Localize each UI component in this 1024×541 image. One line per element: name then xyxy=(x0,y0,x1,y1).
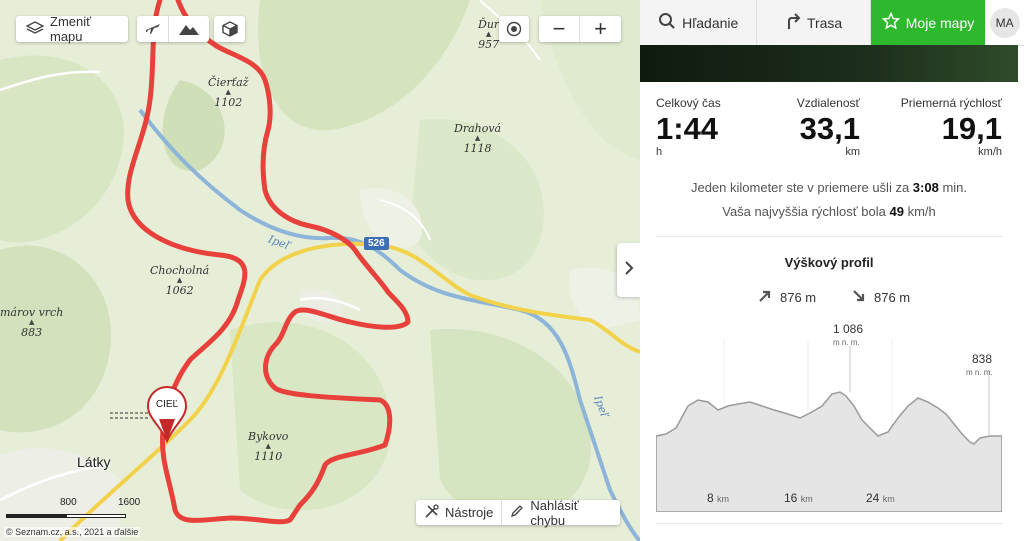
map-tools-bar: Nástroje Nahlásiť chybu xyxy=(416,497,620,528)
tab-my-maps-label: Moje mapy xyxy=(905,14,975,31)
panel-tabs: Hľadanie Trasa Moje mapy MA xyxy=(640,0,1024,46)
map-attribution[interactable]: © Seznam.cz, a.s., 2021 a ďalšie xyxy=(4,527,141,537)
zoom-out-button[interactable]: − xyxy=(539,16,579,42)
peak-marov-vrch: márov vrch ▲ 883 xyxy=(0,306,64,339)
profile-end-value: 838 xyxy=(972,352,993,366)
locate-button[interactable] xyxy=(499,16,529,42)
finish-label: CIEĽ xyxy=(155,399,179,410)
peak-dur: Ďur ▲ 957 xyxy=(478,18,500,51)
change-map-label: Zmeniť mapu xyxy=(50,14,91,44)
stat-distance-unit: km xyxy=(845,146,860,158)
plane-icon[interactable] xyxy=(137,16,168,42)
profile-km-tick-24: 24 km xyxy=(866,491,895,505)
chevron-right-icon xyxy=(624,260,634,281)
pace-text: Jeden kilometer ste v priemere ušli za xyxy=(690,180,910,195)
layer-switcher[interactable] xyxy=(137,16,209,42)
change-map-button[interactable]: Zmeniť mapu xyxy=(16,14,128,44)
stat-time-unit: h xyxy=(656,146,663,158)
descent-info: 876 m xyxy=(852,289,910,306)
track-photo-strip xyxy=(640,45,1018,82)
arrow-down-right-icon xyxy=(852,289,866,306)
bottom-divider xyxy=(656,523,1002,524)
zoom-controls: − + xyxy=(539,16,621,42)
search-icon xyxy=(658,12,676,33)
road-badge: 526 xyxy=(364,237,389,250)
finish-marker[interactable]: CIEĽ xyxy=(146,385,188,443)
peak-cieraz: Čierťaž ▲ 1102 xyxy=(208,76,249,109)
stat-time-label: Celkový čas xyxy=(656,96,721,110)
tab-my-maps[interactable]: Moje mapy xyxy=(870,0,986,45)
profile-max-unit: m n. m. xyxy=(833,338,860,347)
stat-speed-value: 19,1 xyxy=(941,111,1002,146)
stat-distance-label: Vzdialenosť xyxy=(796,96,860,110)
tools-label: Nástroje xyxy=(445,505,494,520)
max-speed-unit: km/h xyxy=(907,204,936,219)
route-turn-icon xyxy=(785,12,801,33)
arrow-up-right-icon xyxy=(758,289,772,306)
scale-bar xyxy=(6,514,126,520)
stat-distance-value: 33,1 xyxy=(799,111,860,146)
pace-info: Jeden kilometer ste v priemere ušli za 3… xyxy=(640,180,1018,195)
scale-label-1600: 1600 xyxy=(118,497,141,508)
peak-bykovo: Bykovo ▲ 1110 xyxy=(248,430,289,463)
report-error-button[interactable]: Nahlásiť chybu xyxy=(502,497,620,528)
max-speed-text: Vaša najvyššia rýchlosť bola xyxy=(722,204,886,219)
stat-distance: Vzdialenosť 33,1 km xyxy=(790,96,860,158)
avatar[interactable]: MA xyxy=(989,7,1020,38)
tools-button[interactable]: Nástroje xyxy=(416,500,501,525)
elevation-profile-title: Výškový profil xyxy=(784,255,874,270)
user-menu[interactable]: MA xyxy=(985,0,1024,45)
max-speed-value: 49 xyxy=(889,204,904,219)
tools-icon xyxy=(424,503,439,522)
profile-end-unit: m n. m. xyxy=(966,368,993,377)
tab-route[interactable]: Trasa xyxy=(757,0,871,45)
stat-avg-speed: Priemerná rýchlosť 19,1 km/h xyxy=(890,96,1002,158)
cube-icon[interactable] xyxy=(214,16,245,42)
profile-km-tick-8: 8 km xyxy=(707,491,730,505)
panel-toggle-button[interactable] xyxy=(617,243,640,297)
scale-label-800: 800 xyxy=(60,497,77,508)
elevation-profile-chart[interactable] xyxy=(656,340,1002,512)
town-label: Látky xyxy=(77,454,111,470)
tab-search[interactable]: Hľadanie xyxy=(640,0,758,45)
mountain-icon[interactable] xyxy=(169,16,209,42)
pace-unit: min. xyxy=(942,180,968,195)
layers-icon xyxy=(25,20,45,38)
max-speed-info: Vaša najvyššia rýchlosť bola 49 km/h xyxy=(640,204,1018,219)
profile-km-tick-16: 16 km xyxy=(784,491,813,505)
stat-speed-label: Priemerná rýchlosť xyxy=(900,96,1002,110)
stat-total-time: Celkový čas 1:44 h xyxy=(656,96,721,158)
ascent-value: 876 m xyxy=(780,290,817,305)
side-panel: Hľadanie Trasa Moje mapy MA Celkový čas … xyxy=(640,0,1024,541)
tab-search-label: Hľadanie xyxy=(682,14,739,31)
divider xyxy=(656,236,1002,237)
pace-value: 3:08 xyxy=(912,180,939,195)
zoom-in-button[interactable]: + xyxy=(580,16,621,42)
target-icon xyxy=(499,16,529,42)
star-icon xyxy=(881,11,901,33)
ascent-info: 876 m xyxy=(758,289,816,306)
tab-route-label: Trasa xyxy=(806,14,843,31)
report-error-label: Nahlásiť chybu xyxy=(530,497,579,528)
stat-time-value: 1:44 xyxy=(656,111,719,146)
peak-chocholna: Chocholná ▲ 1062 xyxy=(150,264,210,297)
map-view[interactable]: Čierťaž ▲ 1102 Drahová ▲ 1118 Chocholná ▲ 1062… xyxy=(0,0,640,541)
descent-value: 876 m xyxy=(874,290,911,305)
profile-max-value: 1 086 xyxy=(833,322,864,336)
pencil-icon xyxy=(510,504,524,521)
stat-speed-unit: km/h xyxy=(978,146,1002,158)
peak-drahova: Drahová ▲ 1118 xyxy=(454,122,502,155)
